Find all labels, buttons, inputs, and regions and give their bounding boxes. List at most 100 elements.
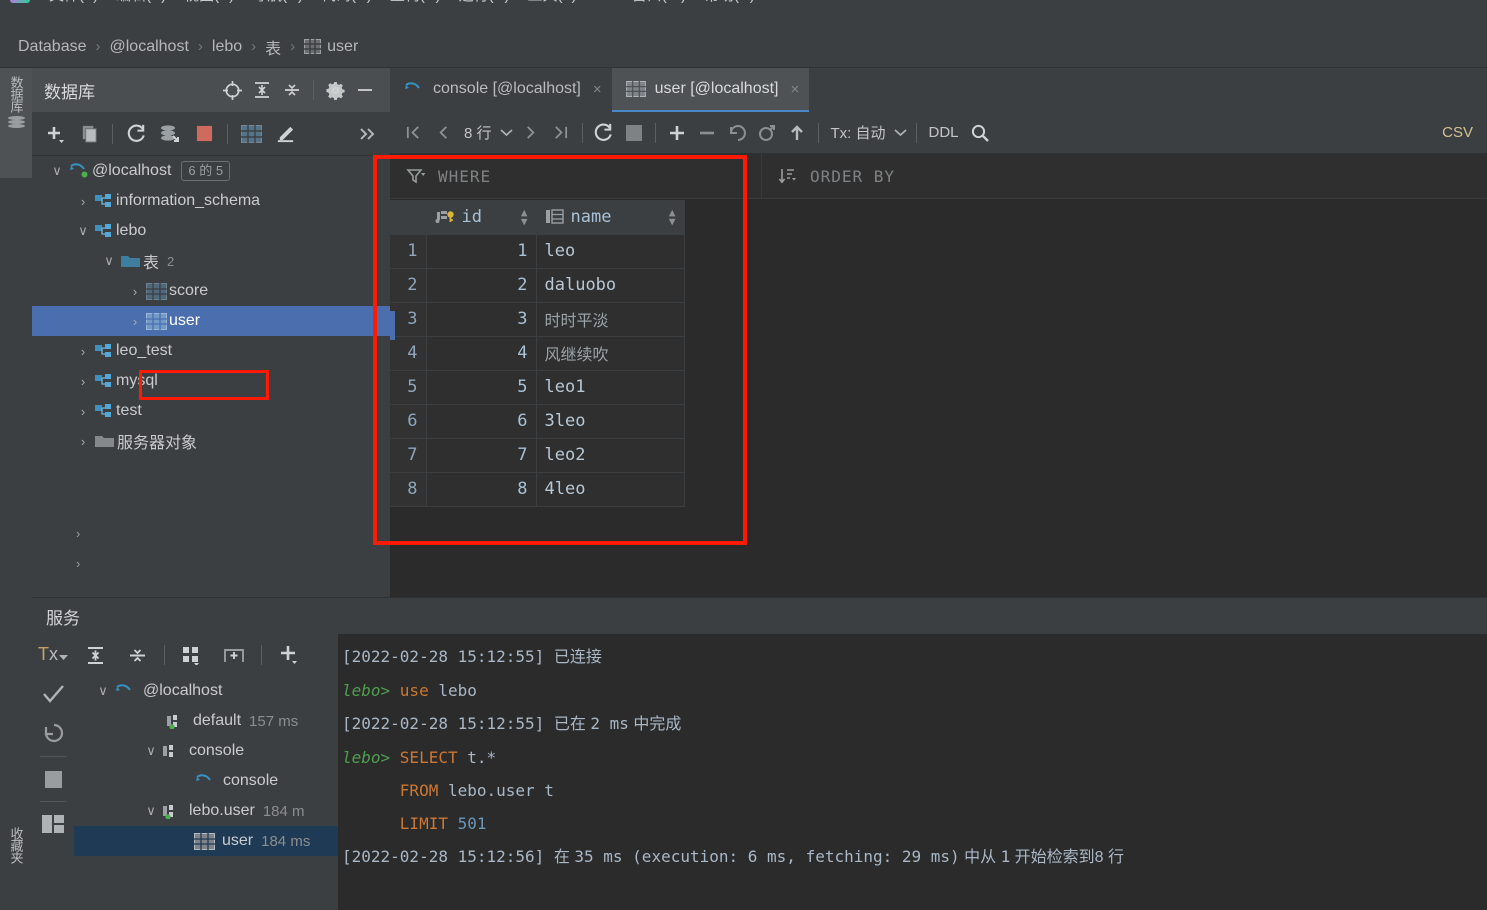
- chevron-right-icon[interactable]: ›: [124, 314, 146, 329]
- chevron-down-icon[interactable]: ∨: [72, 223, 94, 239]
- submit-icon[interactable]: [782, 118, 812, 148]
- table-row[interactable]: 4 4 风继续吹: [390, 336, 685, 371]
- table-row[interactable]: 3 3 时时平淡: [390, 302, 685, 337]
- last-page-icon[interactable]: [546, 118, 576, 148]
- copy-icon[interactable]: [72, 118, 106, 150]
- chevron-right-icon[interactable]: ›: [76, 556, 80, 571]
- menu-code[interactable]: 代码(C): [312, 0, 381, 5]
- more-icon[interactable]: [350, 118, 384, 150]
- csv-format-label[interactable]: CSV: [1436, 124, 1479, 141]
- column-header-id[interactable]: id ▲ ▼: [426, 200, 537, 235]
- refresh-icon[interactable]: [119, 118, 153, 150]
- chevron-down-icon[interactable]: ∨: [140, 803, 162, 819]
- cell-id[interactable]: 6: [426, 404, 537, 439]
- tree-item-score-table[interactable]: › score: [32, 276, 390, 306]
- add-row-icon[interactable]: [662, 118, 692, 148]
- chevron-right-icon[interactable]: ›: [72, 434, 94, 449]
- tree-item-test[interactable]: › test: [32, 396, 390, 426]
- prev-page-icon[interactable]: [428, 118, 458, 148]
- row-count-label[interactable]: 8 行: [458, 122, 498, 143]
- menu-edit[interactable]: 编辑(E): [107, 0, 175, 5]
- cell-name[interactable]: 时时平淡: [536, 302, 685, 337]
- chevron-right-icon[interactable]: ›: [72, 404, 94, 419]
- menu-view[interactable]: 视图(V): [175, 0, 243, 5]
- breadcrumb-database[interactable]: Database: [18, 38, 87, 56]
- tree-item-leo-test[interactable]: › leo_test: [32, 336, 390, 366]
- cell-name[interactable]: 风继续吹: [536, 336, 685, 371]
- cell-id[interactable]: 7: [426, 438, 537, 473]
- breadcrumb-tables[interactable]: 表: [265, 35, 281, 59]
- collapse-all-icon[interactable]: [116, 637, 158, 673]
- menu-git[interactable]: Git: [586, 0, 623, 3]
- stop-icon[interactable]: [187, 118, 221, 150]
- stop-icon[interactable]: [32, 759, 74, 799]
- database-tree[interactable]: ∨ @localhost 6 的 5 › information_schema …: [32, 156, 390, 597]
- settings-gear-icon[interactable]: [320, 75, 350, 105]
- menu-navigate[interactable]: 导航(N): [243, 0, 312, 5]
- new-tab-icon[interactable]: [213, 637, 255, 673]
- menu-tools[interactable]: 工具(T): [518, 0, 585, 5]
- breadcrumb-localhost[interactable]: @localhost: [110, 38, 189, 56]
- revert-selected-icon[interactable]: [752, 118, 782, 148]
- table-row[interactable]: 7 7 leo2: [390, 438, 685, 473]
- rollback-icon[interactable]: [32, 714, 74, 754]
- revert-icon[interactable]: [722, 118, 752, 148]
- expand-all-icon[interactable]: [247, 75, 277, 105]
- table-row[interactable]: 8 8 4leo: [390, 472, 685, 507]
- first-page-icon[interactable]: [398, 118, 428, 148]
- services-item-console-session[interactable]: ∨ console: [74, 736, 338, 766]
- chevron-right-icon[interactable]: ›: [124, 284, 146, 299]
- chevron-down-icon[interactable]: [498, 118, 516, 148]
- menu-refactor[interactable]: 重构(R): [381, 0, 450, 5]
- chevron-down-icon[interactable]: ∨: [98, 253, 120, 269]
- tree-item-mysql[interactable]: › mysql: [32, 366, 390, 396]
- services-item-user-result[interactable]: user 184 ms: [74, 826, 338, 856]
- breadcrumb-lebo[interactable]: lebo: [212, 38, 242, 56]
- sort-arrows-icon[interactable]: ▲ ▼: [669, 207, 676, 227]
- services-item-default[interactable]: default 157 ms: [74, 706, 338, 736]
- collapse-all-icon[interactable]: [277, 75, 307, 105]
- layout-icon[interactable]: [32, 804, 74, 844]
- add-icon[interactable]: [268, 637, 310, 673]
- where-filter[interactable]: WHERE: [390, 154, 762, 198]
- cell-name[interactable]: daluobo: [536, 268, 685, 303]
- cell-id[interactable]: 8: [426, 472, 537, 507]
- cell-name[interactable]: leo2: [536, 438, 685, 473]
- query-console-output[interactable]: [2022-02-28 15:12:55] 已连接 lebo> use lebo…: [338, 634, 1487, 910]
- ddl-button[interactable]: DDL: [923, 124, 965, 141]
- menu-window[interactable]: 窗口(W): [623, 0, 695, 5]
- close-icon[interactable]: ×: [791, 81, 800, 98]
- chevron-down-icon[interactable]: ∨: [92, 683, 114, 699]
- tree-item-lebo[interactable]: ∨ lebo: [32, 216, 390, 246]
- sort-arrows-icon[interactable]: ▲ ▼: [521, 207, 528, 227]
- table-icon[interactable]: [234, 118, 268, 150]
- cell-id[interactable]: 3: [426, 302, 537, 337]
- tool-window-database[interactable]: 数据库: [0, 68, 32, 178]
- edit-icon[interactable]: [268, 118, 302, 150]
- services-item-console-file[interactable]: console: [74, 766, 338, 796]
- menu-help[interactable]: 帮助(H): [695, 0, 764, 5]
- chevron-right-icon[interactable]: ›: [72, 374, 94, 389]
- menu-file[interactable]: 文件(F): [40, 0, 107, 5]
- cell-id[interactable]: 1: [426, 234, 537, 269]
- commit-icon[interactable]: [32, 674, 74, 714]
- reload-icon[interactable]: [589, 118, 619, 148]
- table-row[interactable]: 2 2 daluobo: [390, 268, 685, 303]
- transaction-mode-label[interactable]: Tx: 自动: [825, 122, 892, 143]
- chevron-right-icon[interactable]: ›: [76, 526, 80, 541]
- tree-item-information-schema[interactable]: › information_schema: [32, 186, 390, 216]
- search-icon[interactable]: [965, 118, 995, 148]
- chevron-right-icon[interactable]: ›: [72, 344, 94, 359]
- close-icon[interactable]: ×: [593, 81, 602, 98]
- chevron-down-icon[interactable]: ∨: [46, 163, 68, 179]
- chevron-right-icon[interactable]: ›: [72, 194, 94, 209]
- add-icon[interactable]: [38, 118, 72, 150]
- group-icon[interactable]: [171, 637, 213, 673]
- table-row[interactable]: 6 6 3leo: [390, 404, 685, 439]
- tree-item-server-objects[interactable]: › 服务器对象: [32, 426, 390, 456]
- delete-row-icon[interactable]: [692, 118, 722, 148]
- expand-all-icon[interactable]: [74, 637, 116, 673]
- services-item-localhost[interactable]: ∨ @localhost: [74, 676, 338, 706]
- tab-console-localhost[interactable]: console [@localhost] ×: [390, 68, 612, 112]
- tool-window-favorites[interactable]: 收藏夹: [0, 827, 32, 863]
